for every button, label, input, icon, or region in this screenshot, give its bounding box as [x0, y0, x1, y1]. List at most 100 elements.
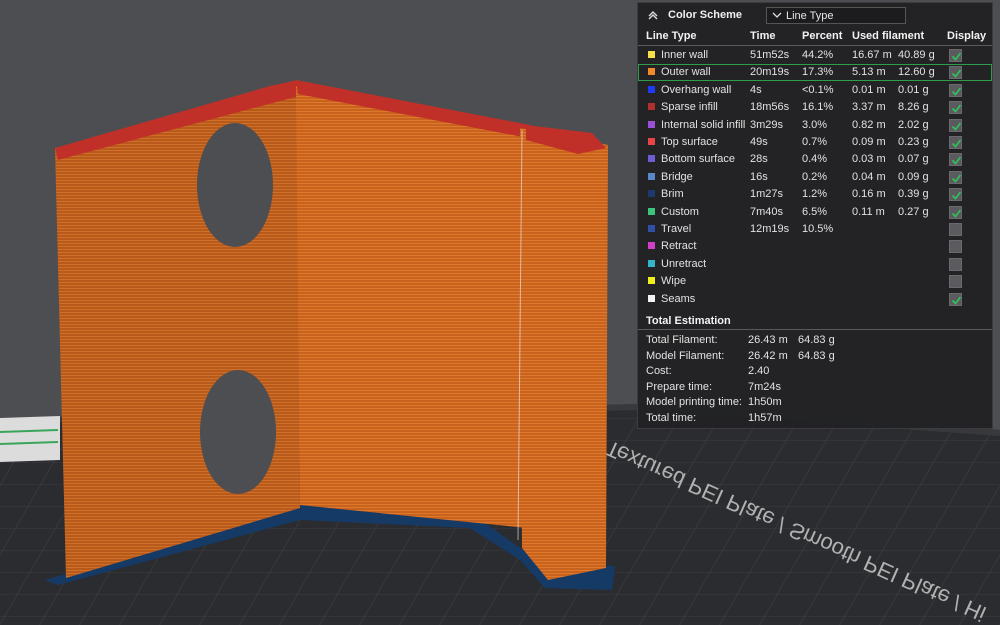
panel-header: Color Scheme Line Type	[638, 3, 992, 29]
check-icon	[951, 209, 962, 218]
percent-value: <0.1%	[802, 83, 834, 96]
time-value: 51m52s	[750, 49, 790, 61]
length-value: 0.16 m	[852, 188, 886, 201]
time-value: 49s	[750, 136, 768, 148]
line-type-row[interactable]: Overhang wall 4s <0.1% 0.01 m 0.01 g	[638, 82, 992, 99]
time-value: 4s	[750, 83, 762, 96]
check-icon	[951, 174, 962, 183]
display-checkbox[interactable]	[949, 257, 962, 271]
time-value: 7m40s	[750, 205, 784, 218]
time-value: 16s	[750, 170, 768, 183]
length-value: 3.37 m	[852, 101, 886, 114]
percent-value: 16.1%	[802, 101, 834, 114]
weight-value: 0.01 g	[898, 83, 929, 96]
total-value: 1h57m	[748, 412, 782, 424]
line-type-row[interactable]: Bottom surface 28s 0.4% 0.03 m 0.07 g	[638, 151, 992, 168]
weight-value: 12.60 g	[898, 66, 935, 79]
check-icon	[951, 156, 962, 166]
color-scheme-panel: Color Scheme Line Type Line Type Time Pe…	[637, 2, 993, 429]
model-part	[45, 80, 615, 590]
line-type-label: Travel	[661, 223, 692, 235]
display-checkbox[interactable]	[949, 240, 962, 254]
total-key: Total Filament:	[646, 334, 718, 346]
line-type-label: Wipe	[661, 275, 687, 288]
col-header-percent: Percent	[802, 30, 843, 42]
line-type-label: Custom	[661, 205, 699, 218]
check-icon	[951, 139, 962, 148]
display-checkbox[interactable]	[949, 275, 962, 289]
line-type-row[interactable]: Inner wall 51m52s 44.2% 16.67 m 40.89 g	[638, 47, 992, 64]
color-swatch	[648, 155, 655, 163]
display-checkbox[interactable]	[949, 205, 962, 219]
display-checkbox[interactable]	[949, 118, 962, 132]
length-value: 0.11 m	[852, 205, 885, 218]
color-swatch	[648, 277, 655, 285]
line-type-row[interactable]: Seams	[638, 291, 992, 308]
total-key: Model printing time:	[646, 396, 742, 409]
display-checkbox[interactable]	[949, 170, 962, 184]
display-checkbox[interactable]	[949, 223, 962, 236]
color-swatch	[648, 242, 655, 250]
display-checkbox[interactable]	[949, 66, 962, 80]
line-type-row[interactable]: Unretract	[638, 256, 992, 273]
display-checkbox[interactable]	[949, 49, 962, 62]
total-row: Prepare time: 7m24s	[638, 381, 992, 396]
col-header-line-type: Line Type	[646, 30, 697, 42]
display-checkbox[interactable]	[949, 153, 962, 167]
col-header-time: Time	[750, 30, 776, 42]
display-checkbox[interactable]	[949, 188, 962, 202]
line-type-label: Seams	[661, 292, 696, 305]
weight-value: 0.07 g	[898, 153, 929, 166]
color-swatch	[648, 51, 655, 58]
line-type-row[interactable]: Custom 7m40s 6.5% 0.11 m 0.27 g	[638, 204, 992, 221]
line-type-row[interactable]: Outer wall 20m19s 17.3% 5.13 m 12.60 g	[638, 64, 992, 82]
weight-value: 0.23 g	[898, 136, 929, 148]
line-type-label: Brim	[661, 188, 684, 201]
total-row: Model Filament: 26.42 m 64.83 g	[638, 350, 992, 365]
line-type-row[interactable]: Sparse infill 18m56s 16.1% 3.37 m 8.26 g	[638, 99, 992, 116]
length-value: 16.67 m	[852, 49, 892, 61]
percent-value: 6.5%	[802, 205, 828, 218]
weight-value: 8.26 g	[898, 101, 929, 114]
line-type-row[interactable]: Top surface 49s 0.7% 0.09 m 0.23 g	[638, 134, 992, 151]
total-value: 2.40	[748, 365, 770, 378]
line-type-row[interactable]: Bridge 16s 0.2% 0.04 m 0.09 g	[638, 169, 992, 186]
line-type-label: Retract	[661, 240, 697, 253]
percent-value: 10.5%	[802, 223, 834, 235]
color-swatch	[648, 190, 655, 198]
line-type-row[interactable]: Brim 1m27s 1.2% 0.16 m 0.39 g	[638, 186, 992, 203]
total-value-secondary: 64.83 g	[798, 349, 835, 362]
total-value: 26.42 m	[748, 349, 788, 362]
col-header-used-filament: Used filament	[852, 30, 925, 42]
line-type-row[interactable]: Retract	[638, 238, 992, 255]
weight-value: 40.89 g	[898, 49, 935, 61]
line-type-row[interactable]: Wipe	[638, 273, 992, 290]
line-type-row[interactable]: Travel 12m19s 10.5%	[638, 221, 992, 238]
check-icon	[951, 52, 962, 61]
time-value: 20m19s	[750, 66, 790, 79]
line-type-label: Inner wall	[661, 49, 709, 61]
color-swatch	[648, 225, 655, 232]
check-icon	[951, 296, 962, 305]
display-checkbox[interactable]	[949, 83, 962, 97]
collapse-icon[interactable]	[646, 8, 660, 22]
bed-edge-marker	[0, 416, 60, 462]
line-type-row[interactable]: Internal solid infill 3m29s 3.0% 0.82 m 2.02…	[638, 117, 992, 134]
time-value: 12m19s	[750, 223, 790, 235]
length-value: 0.04 m	[852, 170, 886, 183]
check-icon	[951, 69, 962, 79]
length-value: 0.82 m	[852, 118, 886, 131]
total-key: Prepare time:	[646, 380, 713, 393]
length-value: 0.09 m	[852, 136, 886, 148]
check-icon	[951, 87, 962, 96]
line-type-label: Top surface	[661, 136, 718, 148]
color-scheme-select[interactable]: Line Type	[766, 7, 906, 24]
display-checkbox[interactable]	[949, 101, 962, 115]
length-value: 5.13 m	[852, 66, 886, 79]
display-checkbox[interactable]	[949, 136, 962, 149]
length-value: 0.03 m	[852, 153, 886, 166]
total-key: Model Filament:	[646, 349, 725, 362]
display-checkbox[interactable]	[949, 292, 962, 306]
weight-value: 0.27 g	[898, 205, 929, 218]
total-value: 7m24s	[748, 380, 782, 393]
